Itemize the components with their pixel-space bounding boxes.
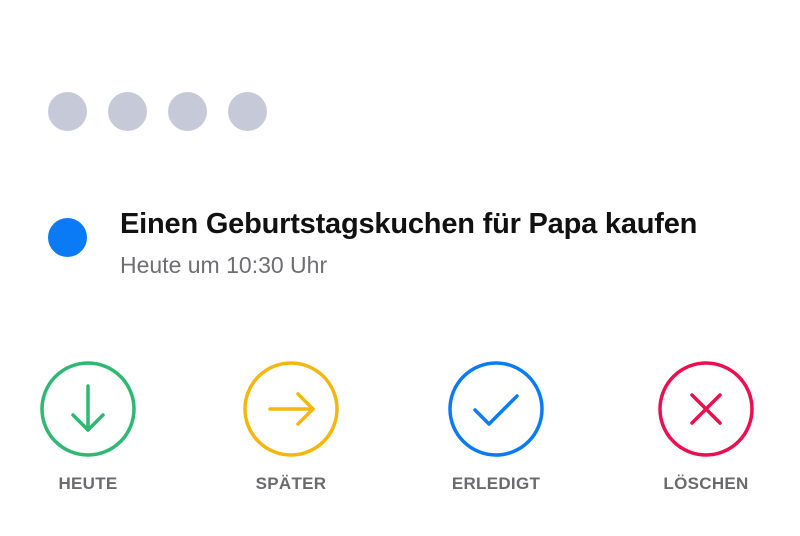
page-dot[interactable] [228,92,267,131]
page-indicator-dots [48,92,267,131]
arrow-down-icon [40,361,136,457]
later-label: SPÄTER [255,474,327,493]
page-dot[interactable] [108,92,147,131]
page-dot[interactable] [48,92,87,131]
page-dot[interactable] [168,92,207,131]
task-time: Heute um 10:30 Uhr [120,252,328,278]
arrow-right-icon [243,361,339,457]
delete-button[interactable]: LÖSCHEN [636,360,776,494]
today-label: HEUTE [58,474,118,493]
delete-label: LÖSCHEN [663,474,749,493]
later-button[interactable]: SPÄTER [221,360,361,494]
done-button[interactable]: ERLEDIGT [426,360,566,494]
task-title: Einen Geburtstagskuchen für Papa kaufen [120,208,698,240]
close-icon [658,361,754,457]
today-button[interactable]: HEUTE [18,360,158,494]
checkmark-icon [448,361,544,457]
done-label: ERLEDIGT [451,474,541,493]
task-status-dot [48,218,87,257]
